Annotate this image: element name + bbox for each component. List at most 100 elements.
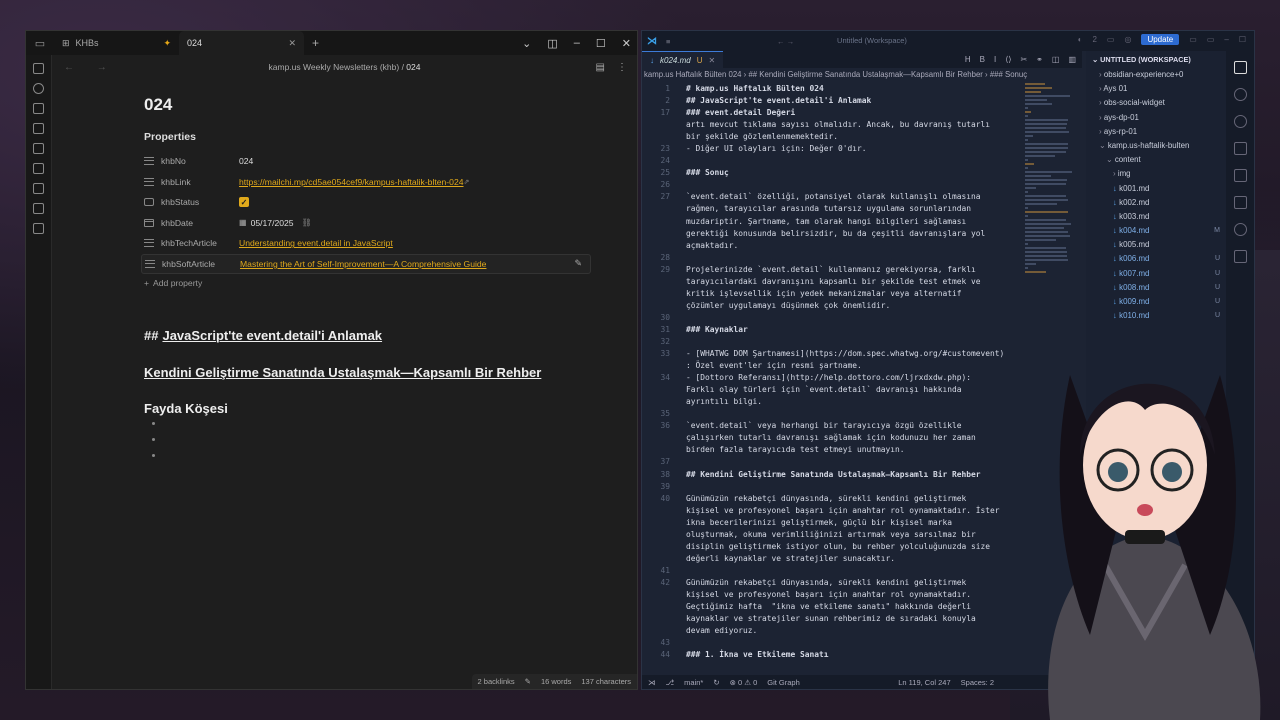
explorer-icon[interactable] — [1233, 61, 1247, 74]
explorer-item[interactable]: ↓ k009.md U — [1086, 295, 1228, 309]
bold-icon[interactable]: B — [980, 55, 985, 64]
code-line[interactable]: rağmen, tarayıcılar arasında tutarsız uy… — [642, 203, 1022, 215]
explorer-item[interactable]: ↓ k008.md U — [1086, 281, 1228, 295]
explorer-item[interactable]: › obs-social-widget — [1086, 96, 1228, 110]
property-khbsoftarticle[interactable]: khbSoftArticle Mastering the Art of Self… — [141, 253, 591, 274]
bases-icon[interactable] — [33, 163, 44, 174]
property-value[interactable]: 024 — [239, 156, 253, 166]
code-line[interactable]: gerektiği konusunda belirsizdir, bu da ç… — [642, 228, 1022, 240]
cut-icon[interactable]: ✂ — [1020, 55, 1027, 64]
account-icon[interactable]: ◎ — [1124, 35, 1131, 44]
explorer-item[interactable]: ↓ k003.md — [1086, 210, 1228, 224]
maximize-icon[interactable]: ☐ — [1239, 35, 1246, 44]
code-icon[interactable]: ⟨⟩ — [1005, 55, 1011, 64]
code-line[interactable]: 41 — [642, 565, 1022, 577]
remote-icon[interactable] — [1233, 196, 1247, 209]
heading-self-improvement[interactable]: Kendini Geliştirme Sanatında Ustalaşmak—… — [144, 365, 594, 380]
code-line[interactable]: 23 - Diğer UI olayları için: Değer 0'dır. — [642, 143, 1022, 155]
cursor-position[interactable]: Ln 119, Col 247 — [898, 678, 950, 687]
heading-javascript-link[interactable]: JavaScript'te event.detail'i Anlamak — [162, 328, 382, 343]
property-date[interactable]: 05/17/2025 — [251, 218, 294, 228]
nav-arrows-icon[interactable]: ← → — [64, 62, 117, 73]
indentation[interactable]: Spaces: 2 — [961, 678, 994, 687]
code-line[interactable]: devam ediyoruz. — [642, 625, 1022, 637]
explorer-item[interactable]: › ays-dp-01 — [1086, 111, 1228, 125]
search-icon[interactable] — [1233, 88, 1247, 101]
extensions-icon[interactable] — [1233, 169, 1247, 182]
code-line[interactable]: kritik işlevsellik için yedek mekanizmal… — [642, 288, 1022, 300]
link-icon[interactable]: ⛓ — [302, 218, 312, 227]
code-line[interactable]: 31 ### Kaynaklar — [642, 324, 1022, 336]
code-line[interactable]: bir şekilde gözlemlenmemektedir. — [642, 131, 1022, 143]
code-line[interactable]: 24 — [642, 155, 1022, 167]
problems-count[interactable]: ⊗ 0 ⚠ 0 — [730, 678, 758, 687]
command-center[interactable]: Untitled (Workspace) — [777, 34, 967, 48]
split-icon[interactable]: ◫ — [547, 37, 557, 50]
code-line[interactable]: tarayıcılardaki davranışını kapsamlı bir… — [642, 276, 1022, 288]
close-tab-icon[interactable]: ✕ — [288, 38, 296, 49]
explorer-item[interactable]: ↓ k005.md — [1086, 238, 1228, 252]
code-line[interactable]: 44 ### 1. İkna ve Etkileme Sanatı — [642, 649, 1022, 661]
property-khbdate[interactable]: khbDate ▦ 05/17/2025 ⛓ — [144, 213, 594, 234]
breadcrumb-folder[interactable]: kamp.us Weekly Newsletters (khb) — [269, 62, 400, 72]
explorer-header[interactable]: ⌄ UNTITLED (WORKSPACE) — [1086, 51, 1228, 68]
code-line[interactable]: 17 ### event.detail Değeri — [642, 107, 1022, 119]
code-line[interactable]: muzdariptir. Şartname, tam olarak hangi … — [642, 216, 1022, 228]
code-line[interactable]: Farklı olay türleri için `event.detail` … — [642, 384, 1022, 396]
update-button[interactable]: Update — [1141, 34, 1180, 45]
code-line[interactable]: birden fazla tarayıcıda test etmeyi unut… — [642, 444, 1022, 456]
reading-view-icon[interactable]: ▤ — [596, 62, 605, 73]
explorer-item[interactable]: › ays-rp-01 — [1086, 125, 1228, 139]
new-tab-icon[interactable]: + — [304, 36, 327, 50]
property-khbno[interactable]: khbNo 024 — [144, 151, 594, 172]
explorer-item[interactable]: ↓ k010.md U — [1086, 309, 1228, 323]
property-key[interactable]: khbStatus — [161, 197, 239, 207]
explorer-item[interactable]: › Ays 01 — [1086, 82, 1228, 96]
italic-icon[interactable]: I — [994, 55, 996, 64]
property-key[interactable]: khbSoftArticle — [162, 259, 240, 269]
remote-indicator-icon[interactable]: ⋊ — [648, 678, 656, 687]
templates-icon[interactable] — [33, 143, 44, 154]
more-options-icon[interactable]: ⋮ — [617, 62, 627, 73]
property-khblink[interactable]: khbLink https://mailchi.mp/cd5ae054cef9/… — [144, 172, 594, 193]
code-line[interactable]: ikna becerilerinizi geliştirmek, güçlü b… — [642, 517, 1022, 529]
calendar-icon[interactable] — [33, 123, 44, 134]
breadcrumb-current[interactable]: 024 — [406, 62, 420, 72]
editor-breadcrumb[interactable]: kamp.us Haftalık Bülten 024 › ## Kendini… — [642, 68, 1082, 80]
code-line[interactable]: 40 Günümüzün rekabetçi dünyasında, sürekl… — [642, 493, 1022, 505]
code-line[interactable]: 2 ## JavaScript'te event.detail'i Anlamak — [642, 95, 1022, 107]
code-line[interactable]: 30 — [642, 312, 1022, 324]
git-graph-button[interactable]: Git Graph — [767, 678, 800, 687]
explorer-item[interactable]: ↓ k007.md U — [1086, 267, 1228, 281]
code-line[interactable]: kişisel ve profesyonel başarı için anaht… — [642, 589, 1022, 601]
add-property-button[interactable]: + Add property — [144, 278, 594, 288]
code-line[interactable]: 32 — [642, 336, 1022, 348]
code-line[interactable]: artı mevcut tıklama sayısı olmalıdır. An… — [642, 119, 1022, 131]
list-item[interactable] — [152, 438, 155, 441]
code-line[interactable]: değerli kaynaklar ve stratejiler sunacak… — [642, 553, 1022, 565]
tab-khbs[interactable]: ⊞ KHBs ✦ — [54, 31, 179, 55]
tab-024[interactable]: 024 ✕ — [179, 31, 304, 55]
backlinks-count[interactable]: 2 backlinks — [478, 677, 515, 686]
code-line[interactable]: çözümler uygulamayı düşünmek çok önemlid… — [642, 300, 1022, 312]
copilot-icon[interactable]: ◐ — [1078, 35, 1083, 44]
explorer-item[interactable]: ↓ k004.md M — [1086, 224, 1228, 238]
split-editor-icon[interactable]: ▥ — [1068, 55, 1076, 64]
edit-icon[interactable]: ✎ — [525, 677, 531, 686]
sidebar-toggle-icon[interactable]: ▭ — [26, 31, 54, 55]
folder-icon[interactable] — [33, 223, 44, 234]
code-line[interactable]: 43 — [642, 637, 1022, 649]
explorer-item[interactable]: › img — [1086, 167, 1228, 181]
properties-title[interactable]: Properties — [144, 131, 594, 143]
property-key[interactable]: khbDate — [161, 218, 239, 228]
notif-count[interactable]: 2 — [1092, 35, 1096, 44]
code-line[interactable]: : Özel event'ler için resmi şartname. — [642, 360, 1022, 372]
close-icon[interactable]: ✕ — [622, 37, 631, 50]
code-line[interactable]: 34 - [Dottoro Referansı](http://help.dott… — [642, 372, 1022, 384]
list-item[interactable] — [152, 422, 155, 425]
property-link[interactable]: Understanding event.detail in JavaScript — [239, 238, 393, 248]
code-line[interactable]: Geçtiğimiz hafta "ikna ve etkileme sanat… — [642, 601, 1022, 613]
explorer-item[interactable]: ↓ k006.md U — [1086, 252, 1228, 266]
property-key[interactable]: khbTechArticle — [161, 238, 239, 248]
code-line[interactable]: 37 — [642, 456, 1022, 468]
